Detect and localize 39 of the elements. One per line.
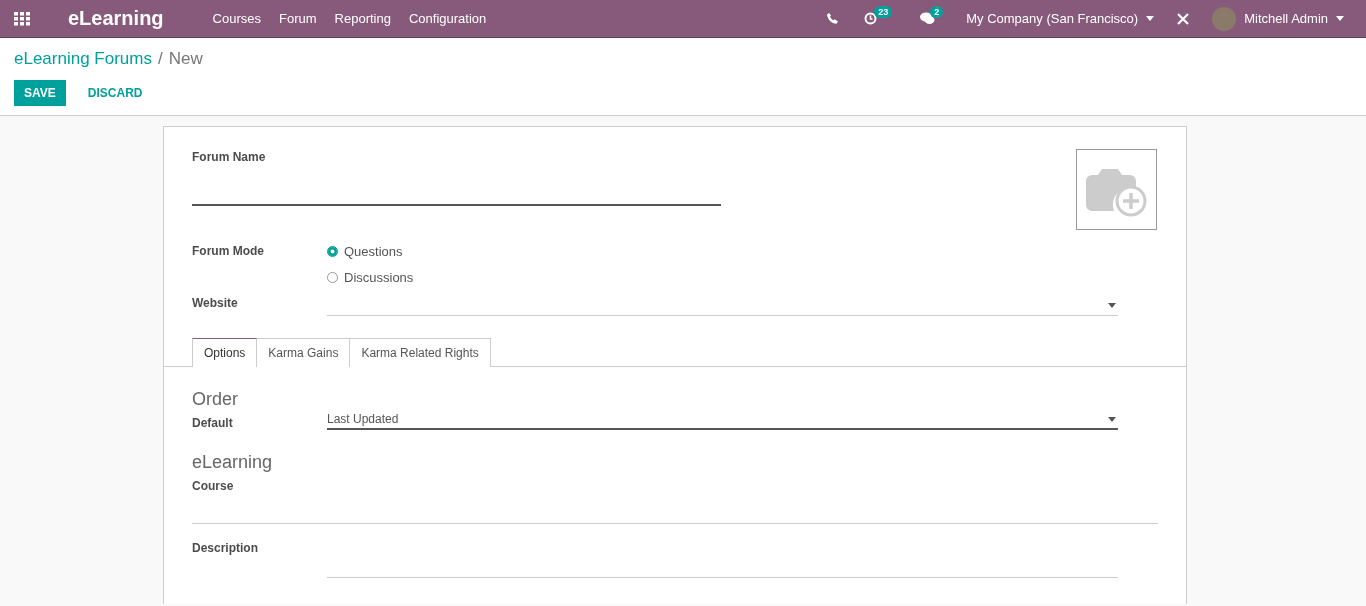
chat-icon[interactable] [920,12,936,25]
select-field[interactable]: Last Updated [327,410,1118,430]
discard-button[interactable]: DISCARD [77,80,153,106]
tools-icon[interactable] [1177,12,1190,25]
menu-item[interactable]: Courses [203,11,270,26]
activity-count-badge: 23 [874,6,893,18]
field-label: Default [192,416,234,430]
user-menu[interactable]: Mitchell Admin [1212,6,1344,31]
breadcrumb-separator: / [157,49,163,69]
field-label: Forum Mode [192,243,265,260]
app-name[interactable]: eLearning [68,7,164,30]
field-label: Forum Name [192,150,266,164]
tab[interactable]: Karma Related Rights [350,338,491,367]
radio-button[interactable] [327,245,338,257]
menu-item[interactable]: Forum [270,11,326,26]
field-label: Description [192,541,259,555]
phone-icon[interactable] [827,13,839,24]
message-count-badge: 2 [930,6,944,18]
menu-item[interactable]: Configuration [399,11,496,26]
section-heading: Order [192,389,239,410]
radio-label: Discussions [344,269,414,285]
field-label: Website [192,296,239,312]
radio-label: Questions [344,243,403,259]
caret-icon [1146,16,1155,21]
tab[interactable]: Karma Gains [257,338,351,367]
section-heading: eLearning [192,452,274,473]
save-button[interactable]: SAVE [14,80,66,106]
clock-icon[interactable] [864,12,878,25]
image-upload[interactable] [1076,149,1157,230]
tab[interactable]: Options [192,338,258,367]
field-label: Course [192,479,235,493]
caret-icon [1108,303,1116,308]
caret-icon [1336,16,1344,21]
breadcrumb-link[interactable]: eLearning Forums [14,49,152,69]
menu-item[interactable]: Reporting [325,11,400,26]
company-switcher[interactable]: My Company (San Francisco) [966,11,1155,26]
apps-grid-icon[interactable] [14,11,30,26]
breadcrumb-current: New [168,49,203,69]
caret-icon [1108,416,1116,422]
